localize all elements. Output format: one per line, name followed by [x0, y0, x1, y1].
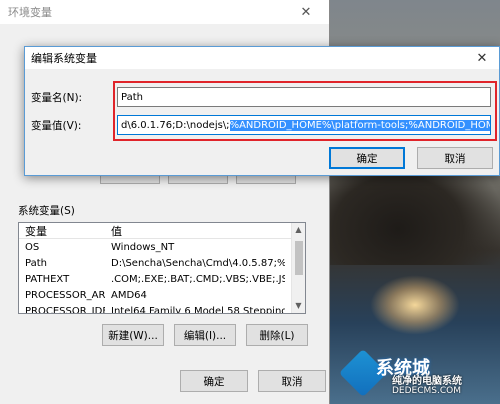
- scroll-up-icon[interactable]: ▲: [292, 223, 305, 237]
- row-value: Intel64 Family 6 Model 58 Stepping 9, G.…: [111, 305, 285, 314]
- env-footer-buttons: 确定 取消: [180, 370, 326, 392]
- table-scrollbar[interactable]: ▲ ▼: [291, 223, 305, 313]
- variable-value-label: 变量值(V):: [31, 119, 82, 132]
- new-button[interactable]: 新建(W)...: [102, 324, 164, 346]
- row-name: PATHEXT: [25, 273, 70, 285]
- table-row[interactable]: Path D:\Sencha\Sencha\Cmd\4.0.5.87;%JAVA…: [19, 255, 305, 271]
- edit-system-variable-dialog: 编辑系统变量 ✕ 变量名(N): Path 变量值(V): d\6.0.1.76…: [24, 46, 500, 176]
- edit-dialog-buttons: 确定 取消: [329, 147, 493, 169]
- red-highlight-annotation: [113, 81, 497, 141]
- row-name: OS: [25, 241, 40, 253]
- edit-dialog-title: 编辑系统变量: [31, 52, 97, 65]
- table-row[interactable]: PROCESSOR_AR... AMD64: [19, 287, 305, 303]
- delete-button[interactable]: 删除(L): [246, 324, 308, 346]
- scroll-thumb[interactable]: [295, 241, 303, 275]
- system-variables-label: 系统变量(S): [18, 205, 75, 217]
- scroll-down-icon[interactable]: ▼: [292, 299, 305, 313]
- column-header-value[interactable]: 值: [105, 223, 285, 239]
- close-icon[interactable]: ✕: [471, 51, 493, 66]
- edit-titlebar: 编辑系统变量 ✕: [25, 47, 499, 69]
- row-value: Windows_NT: [111, 241, 175, 253]
- env-cancel-button[interactable]: 取消: [258, 370, 326, 392]
- watermark-slogan: 纯净的电脑系统: [392, 376, 462, 387]
- edit-button[interactable]: 编辑(I)...: [174, 324, 236, 346]
- table-header: 变量 值: [19, 223, 305, 239]
- edit-ok-button[interactable]: 确定: [329, 147, 405, 169]
- table-row[interactable]: PROCESSOR_IDE... Intel64 Family 6 Model …: [19, 303, 305, 314]
- row-value: .COM;.EXE;.BAT;.CMD;.VBS;.VBE;.JS;.JSE;.…: [111, 273, 285, 285]
- system-variables-table[interactable]: 变量 值 OS Windows_NT Path D:\Sencha\Sencha…: [18, 222, 306, 314]
- row-value: D:\Sencha\Sencha\Cmd\4.0.5.87;%JAVA_...: [111, 257, 285, 269]
- wallpaper-sunset: [370, 275, 460, 335]
- row-value: AMD64: [111, 289, 147, 301]
- table-row[interactable]: PATHEXT .COM;.EXE;.BAT;.CMD;.VBS;.VBE;.J…: [19, 271, 305, 287]
- env-titlebar: 环境变量 ✕: [0, 0, 329, 24]
- edit-cancel-button[interactable]: 取消: [417, 147, 493, 169]
- row-name: PROCESSOR_IDE...: [25, 305, 105, 314]
- table-row[interactable]: OS Windows_NT: [19, 239, 305, 255]
- variable-name-label: 变量名(N):: [31, 91, 83, 104]
- row-name: Path: [25, 257, 47, 269]
- site-watermark: 系统城 纯净的电脑系统 DEDECMS.COM: [338, 348, 500, 404]
- env-ok-button[interactable]: 确定: [180, 370, 248, 392]
- close-icon[interactable]: ✕: [291, 5, 321, 20]
- env-window-title: 环境变量: [8, 6, 52, 19]
- column-header-variable[interactable]: 变量: [19, 223, 105, 239]
- row-name: PROCESSOR_AR...: [25, 289, 105, 301]
- watermark-domain: DEDECMS.COM: [392, 386, 461, 396]
- system-vars-buttons: 新建(W)... 编辑(I)... 删除(L): [102, 324, 308, 346]
